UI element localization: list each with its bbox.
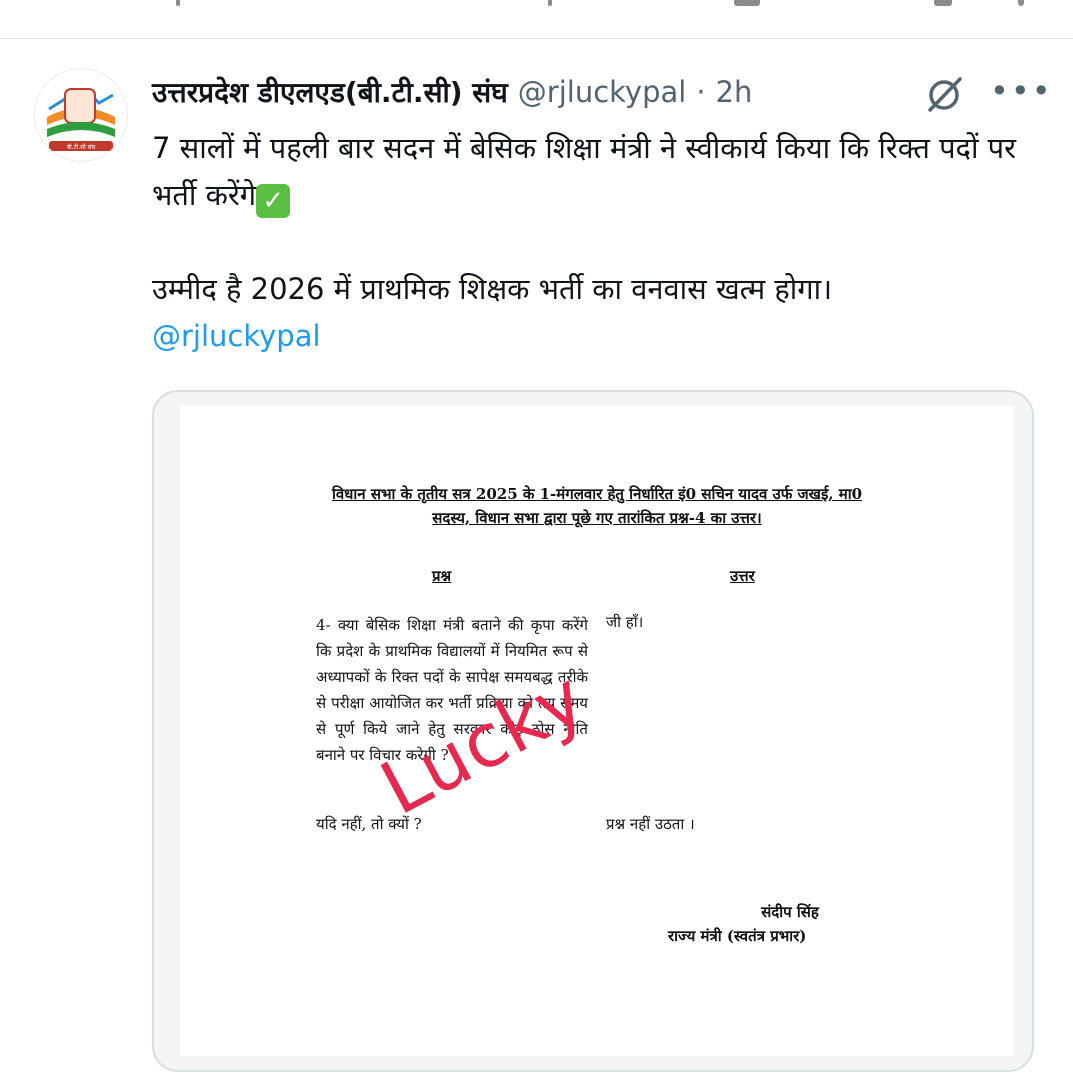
avatar[interactable]: बी.टी.सी संघ [34, 68, 128, 162]
signatory-name: संदीप सिंह [761, 903, 819, 921]
tweet-header: उत्तरप्रदेश डीएलएड(बी.टी.सी) संघ @rjluck… [152, 70, 752, 114]
author-name[interactable]: उत्तरप्रदेश डीएलएड(बी.टी.सी) संघ [152, 73, 508, 111]
separator-dot: · [696, 75, 706, 109]
document-title: विधान सभा के तृतीय सत्र 2025 के 1-मंगलवा… [180, 482, 1014, 530]
action-icon-remnant[interactable] [548, 0, 552, 6]
grok-icon[interactable] [924, 74, 966, 114]
answer-2: प्रश्न नहीं उठता । [606, 815, 695, 833]
action-icon-remnant[interactable] [176, 0, 180, 6]
more-icon[interactable]: ••• [990, 72, 1053, 110]
check-emoji-icon: ✓ [256, 184, 291, 218]
author-handle[interactable]: @rjluckypal [518, 75, 687, 109]
top-action-bar [0, 0, 1073, 39]
document-page: विधान सभा के तृतीय सत्र 2025 के 1-मंगलवा… [180, 406, 1014, 1056]
answer-1: जी हाँ। [606, 613, 644, 631]
tweet-text: 7 सालों में पहली बार सदन में बेसिक शिक्ष… [152, 125, 1022, 360]
document-title-line-2: सदस्य, विधान सभा द्वारा पूछे गए तारांकित… [432, 509, 762, 527]
action-icon-remnant[interactable] [734, 0, 760, 6]
answer-column-header: उत्तर [730, 567, 755, 585]
avatar-logo-icon: बी.टी.सी संघ [47, 88, 115, 151]
tweet-time[interactable]: 2h [716, 75, 753, 109]
attached-image[interactable]: विधान सभा के तृतीय सत्र 2025 के 1-मंगलवा… [152, 390, 1034, 1072]
question-column-header: प्रश्न [432, 567, 452, 585]
avatar-text: बी.टी.सी संघ [67, 143, 96, 151]
mention-link[interactable]: @rjluckypal [152, 313, 1022, 360]
document-title-line-1: विधान सभा के तृतीय सत्र 2025 के 1-मंगलवा… [331, 485, 863, 503]
tweet-line-2: उम्मीद है 2026 में प्राथमिक शिक्षक भर्ती… [152, 272, 833, 306]
signatory-title: राज्य मंत्री (स्वतंत्र प्रभार) [668, 927, 807, 945]
action-icon-remnant[interactable] [934, 0, 952, 6]
action-icon-remnant[interactable] [1018, 0, 1024, 6]
